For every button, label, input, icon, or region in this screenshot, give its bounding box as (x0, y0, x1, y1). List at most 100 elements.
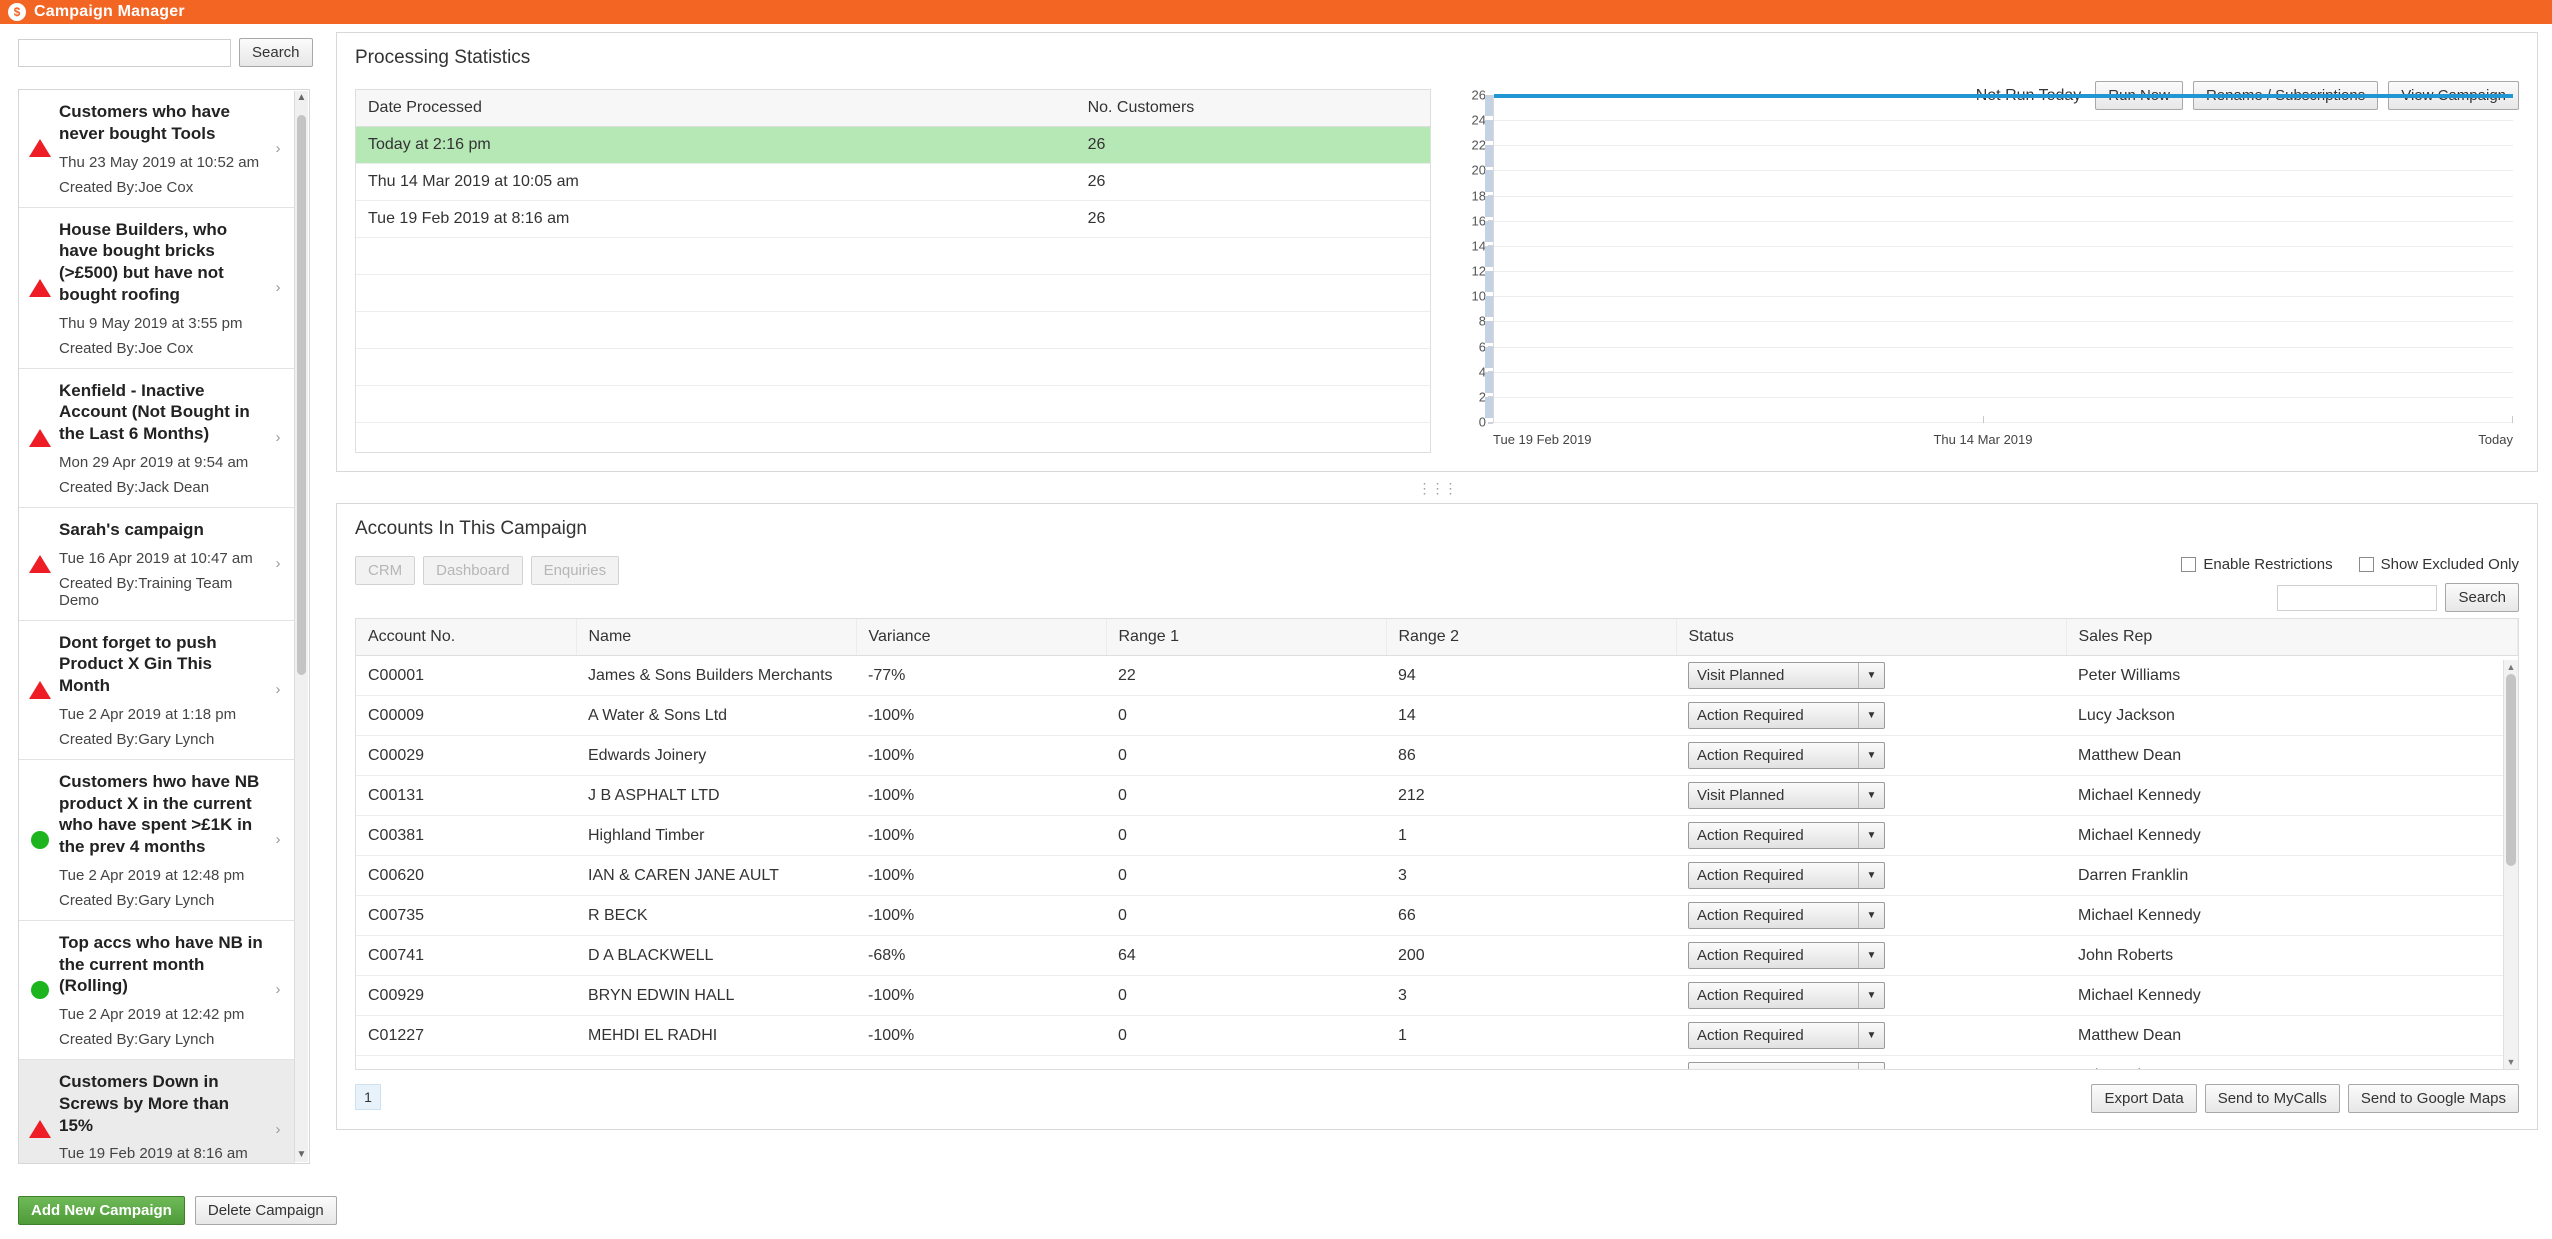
chevron-right-icon[interactable]: › (267, 1121, 289, 1138)
cell-range2: 1 (1386, 1015, 1676, 1056)
accounts-checkbox-row: Enable Restrictions Show Excluded Only (2181, 556, 2519, 573)
accounts-search-input[interactable] (2277, 584, 2438, 611)
campaign-list-scrollbar[interactable]: ▲ ▼ (294, 91, 308, 1162)
scrollbar-thumb[interactable] (297, 115, 306, 675)
status-dropdown[interactable]: Action Required▼ (1688, 742, 1885, 769)
accounts-table-row[interactable]: C00929 BRYN EDWIN HALL -100% 0 3 Action Requi… (356, 975, 2518, 1016)
campaign-item-body: Sarah's campaign Tue 16 Apr 2019 at 10:47… (57, 519, 267, 609)
status-dropdown[interactable]: Visit Planned ▼ (1688, 782, 1885, 809)
col-name[interactable]: Name (576, 619, 857, 656)
processing-table-row[interactable]: Today at 2:16 pm 26 (356, 126, 1430, 164)
checkbox-icon[interactable] (2358, 557, 2374, 572)
chart-gridline (1494, 120, 2513, 122)
chevron-down-icon[interactable]: ▼ (1858, 743, 1884, 768)
scrollbar-thumb[interactable] (2506, 674, 2516, 866)
campaign-item-date: Tue 19 Feb 2019 at 8:16 am (59, 1145, 248, 1163)
resize-handle-icon[interactable]: ⋮⋮⋮ (322, 481, 2552, 495)
cell-no-customers: 26 (1075, 200, 1430, 238)
processing-table-row[interactable]: Tue 19 Feb 2019 at 8:16 am 26 (356, 200, 1430, 238)
chevron-down-icon[interactable]: ▼ (1858, 663, 1884, 688)
chevron-down-icon[interactable]: ▼ (1858, 783, 1884, 808)
processing-table-row[interactable]: Thu 14 Mar 2019 at 10:05 am 26 (356, 163, 1430, 201)
pagination: 1 (355, 1084, 381, 1110)
col-range-1[interactable]: Range 1 (1106, 619, 1387, 656)
col-account-no[interactable]: Account No. (356, 619, 577, 656)
chevron-right-icon[interactable]: › (267, 140, 289, 157)
status-dropdown[interactable]: Action Required▼ (1688, 942, 1885, 969)
chevron-down-icon[interactable]: ▼ (1858, 943, 1884, 968)
chevron-right-icon[interactable]: › (267, 429, 289, 446)
status-dropdown[interactable]: Action Required ▼ (1688, 822, 1885, 849)
campaign-list-scroll-area[interactable]: Customers who have never bought Tools Thu… (19, 90, 309, 1163)
chevron-down-icon[interactable]: ▼ (1858, 1063, 1884, 1069)
campaign-item-creator: Created By:Jack Dean (59, 478, 210, 496)
campaign-list-item[interactable]: Kenfield - Inactive Account (Not Bought … (19, 369, 295, 508)
campaign-list-item[interactable]: Dont forget to push Product X Gin This M… (19, 621, 295, 760)
status-dropdown[interactable]: Action Required▼ (1688, 862, 1885, 889)
accounts-table-row[interactable]: C00620 IAN & CAREN JANE AULT -100% 0 3 Action… (356, 855, 2518, 896)
col-sales-rep[interactable]: Sales Rep (2066, 619, 2518, 656)
add-new-campaign-button[interactable]: Add New Campaign (18, 1196, 185, 1225)
status-dropdown-value: Action Required (1697, 827, 1804, 844)
chart-plot-area: 0 2 4 6 8 10 12 14 16 18 20 22 24 26 (1472, 88, 2513, 430)
accounts-table-row[interactable]: C00009 A Water & Sons Ltd -100% 0 14 Action R… (356, 695, 2518, 736)
campaign-list-item[interactable]: Customers hwo have NB product X in the c… (19, 760, 295, 921)
campaign-list-item[interactable]: Sarah's campaign Tue 16 Apr 2019 at 10:47… (19, 508, 295, 621)
checkbox-icon[interactable] (2181, 557, 2197, 572)
accounts-table-row[interactable]: C00381 Highland Timber -100% 0 1 Action Requi… (356, 815, 2518, 856)
status-dropdown[interactable]: Action Required▼ (1688, 702, 1885, 729)
chevron-down-icon[interactable]: ▼ (1858, 983, 1884, 1008)
chevron-down-icon[interactable]: ▼ (1858, 1023, 1884, 1048)
cell-variance: -100% (856, 695, 1106, 736)
campaign-search-input[interactable] (18, 38, 231, 67)
campaign-list-item[interactable]: Customers who have never bought Tools Thu… (19, 90, 295, 208)
status-dropdown[interactable]: Action Required▼ (1688, 982, 1885, 1009)
accounts-table-row[interactable]: C01227 MEHDI EL RADHI -100% 0 1 Action Requir… (356, 1015, 2518, 1056)
status-dropdown[interactable]: Action Required▼ (1688, 1022, 1885, 1049)
status-dropdown[interactable]: Action Required▼ (1688, 1062, 1885, 1069)
send-to-google-maps-button[interactable]: Send to Google Maps (2347, 1084, 2519, 1113)
accounts-table-row[interactable]: C00735 R BECK -100% 0 66 Action Required ▼ Mich… (356, 895, 2518, 936)
delete-campaign-button[interactable]: Delete Campaign (194, 1196, 337, 1225)
accounts-table-scrollbar[interactable]: ▲ ▼ (2503, 660, 2518, 1069)
chart-gridline (1494, 321, 2513, 323)
chevron-right-icon[interactable]: › (267, 831, 289, 848)
chart-gridline (1494, 170, 2513, 172)
col-status[interactable]: Status (1676, 619, 2067, 656)
chevron-down-icon[interactable]: ▼ (1858, 703, 1884, 728)
accounts-table-row[interactable]: C00029 Edwards Joinery -100% 0 86 Action Requ… (356, 735, 2518, 776)
col-range-2[interactable]: Range 2 (1386, 619, 1677, 656)
accounts-table-row[interactable]: C01558CHRIS BARLOW 353-100%01 Action Requ… (356, 1055, 2518, 1069)
campaign-list-item[interactable]: Customers Down in Screws by More than 15… (19, 1060, 295, 1163)
status-dropdown[interactable]: Visit Planned ▼ (1688, 662, 1885, 689)
cell-variance: -100% (856, 855, 1106, 896)
chevron-down-icon[interactable]: ▼ (1858, 823, 1884, 848)
campaign-list-item[interactable]: Top accs who have NB in the current mont… (19, 921, 295, 1060)
chevron-right-icon[interactable]: › (267, 681, 289, 698)
accounts-table-row[interactable]: C00001 James & Sons Builders Merchants -77… (356, 655, 2518, 696)
page-number-button[interactable]: 1 (355, 1084, 381, 1110)
campaign-list-item[interactable]: House Builders, who have bought bricks (… (19, 208, 295, 369)
chevron-down-icon[interactable]: ▼ (1858, 863, 1884, 888)
triangle-up-icon[interactable]: ▲ (2504, 660, 2518, 674)
send-to-mycalls-button[interactable]: Send to MyCalls (2204, 1084, 2340, 1113)
campaign-search-button[interactable]: Search (239, 38, 313, 67)
chevron-right-icon[interactable]: › (267, 555, 289, 572)
chevron-right-icon[interactable]: › (267, 279, 289, 296)
accounts-table-row[interactable]: C00131 J B ASPHALT LTD -100% 0 212 Visit Plan… (356, 775, 2518, 816)
chart-axis-band (1485, 145, 1493, 167)
enable-restrictions-checkbox[interactable]: Enable Restrictions (2181, 556, 2333, 573)
col-variance[interactable]: Variance (856, 619, 1107, 656)
export-data-button[interactable]: Export Data (2091, 1084, 2197, 1113)
show-excluded-only-checkbox[interactable]: Show Excluded Only (2358, 556, 2519, 573)
chevron-right-icon[interactable]: › (267, 981, 289, 998)
accounts-search-button[interactable]: Search (2445, 583, 2519, 612)
triangle-up-icon[interactable]: ▲ (295, 91, 308, 105)
triangle-down-icon[interactable]: ▼ (295, 1148, 308, 1162)
chevron-down-icon[interactable]: ▼ (1858, 903, 1884, 928)
chart-axis-band (1485, 321, 1493, 343)
accounts-table-row[interactable]: C00741 D A BLACKWELL -68% 64 200 Action Requi… (356, 935, 2518, 976)
cell-account: C01558 (356, 1055, 576, 1069)
triangle-down-icon[interactable]: ▼ (2504, 1055, 2518, 1069)
status-dropdown[interactable]: Action Required▼ (1688, 902, 1885, 929)
